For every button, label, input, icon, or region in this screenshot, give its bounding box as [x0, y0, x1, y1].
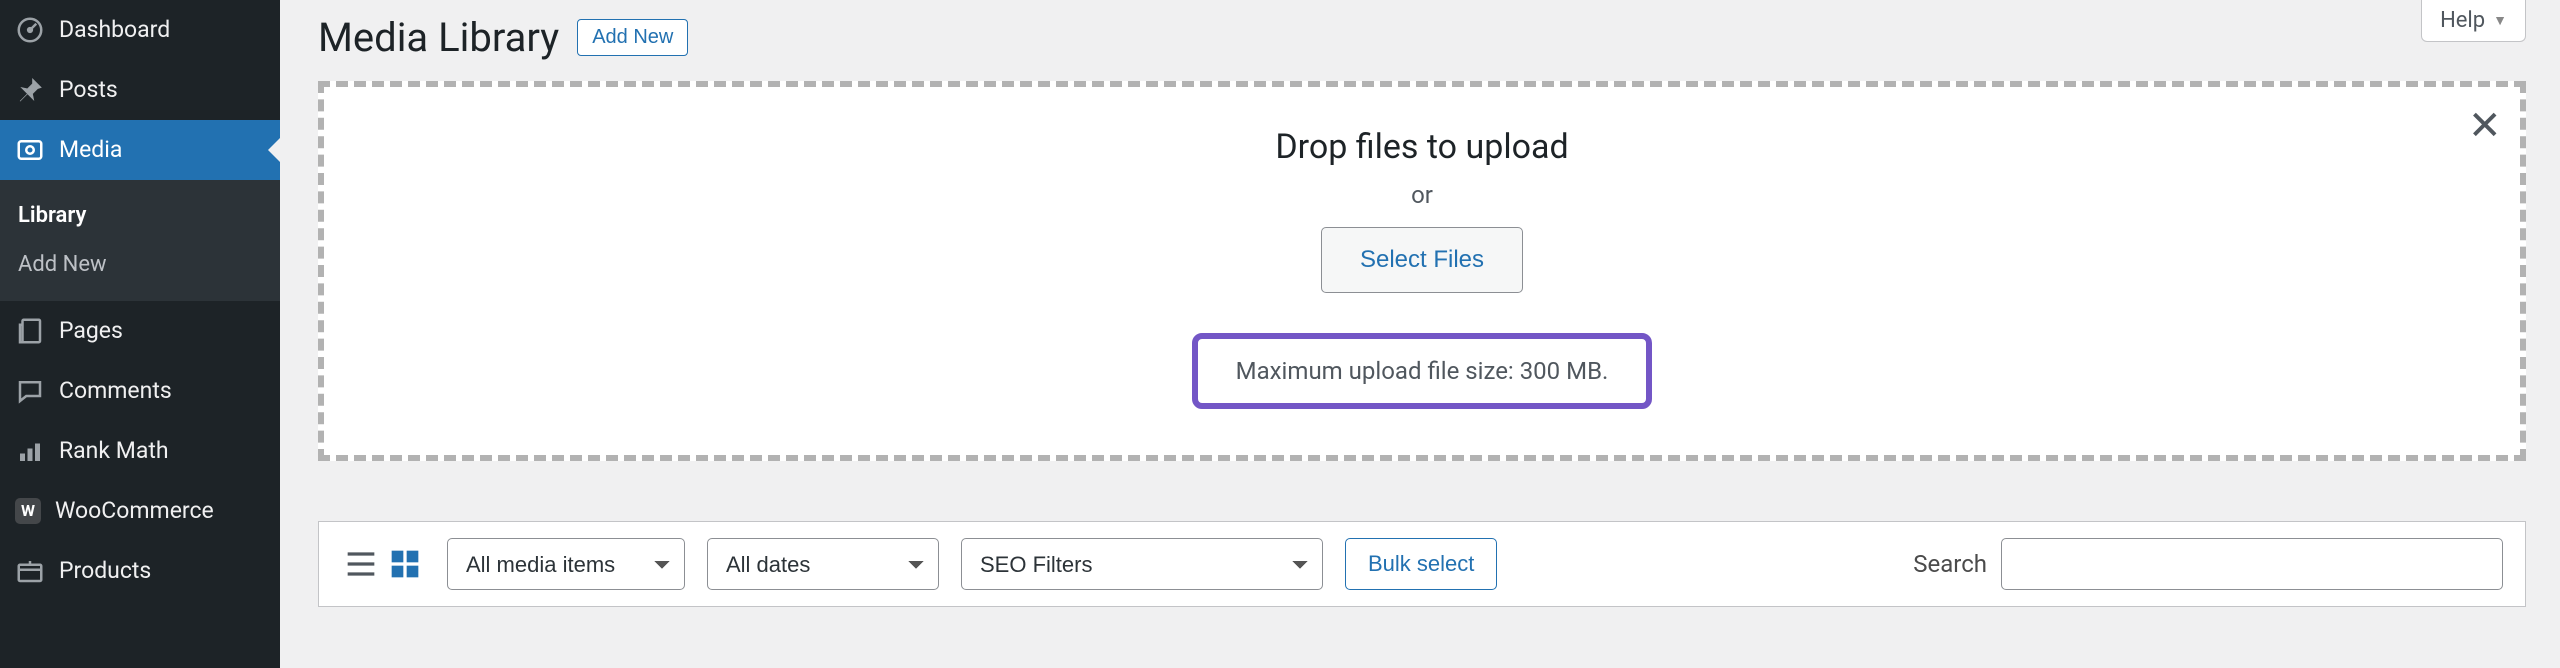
sidebar-item-label: Media: [59, 135, 122, 165]
sidebar-item-woocommerce[interactable]: W WooCommerce: [0, 481, 280, 541]
dates-select[interactable]: All dates: [707, 538, 939, 590]
sidebar-item-label: Rank Math: [59, 436, 169, 466]
media-type-select[interactable]: All media items: [447, 538, 685, 590]
select-files-button[interactable]: Select Files: [1321, 227, 1523, 293]
chevron-down-icon: ▼: [2493, 12, 2507, 29]
chart-icon: [15, 436, 45, 466]
grid-icon: [385, 544, 425, 584]
help-toggle[interactable]: Help ▼: [2421, 0, 2526, 42]
sidebar-item-label: Pages: [59, 316, 123, 346]
sidebar-item-label: Comments: [59, 376, 172, 406]
admin-sidebar: Dashboard Posts Media Library Add New Pa…: [0, 0, 280, 668]
media-icon: [15, 135, 45, 165]
sidebar-item-dashboard[interactable]: Dashboard: [0, 0, 280, 60]
view-toggle: [341, 544, 425, 584]
pin-icon: [15, 75, 45, 105]
sidebar-item-products[interactable]: Products: [0, 541, 280, 601]
add-new-button[interactable]: Add New: [577, 19, 688, 56]
help-label: Help: [2440, 8, 2485, 33]
list-view-button[interactable]: [341, 544, 381, 584]
max-upload-size: Maximum upload file size: 300 MB.: [1192, 333, 1653, 409]
sidebar-item-comments[interactable]: Comments: [0, 361, 280, 421]
sidebar-item-label: Dashboard: [59, 15, 170, 45]
sidebar-item-rank-math[interactable]: Rank Math: [0, 421, 280, 481]
drop-title: Drop files to upload: [1275, 127, 1568, 167]
upload-dropzone[interactable]: ✕ Drop files to upload or Select Files M…: [318, 81, 2526, 461]
sidebar-item-media[interactable]: Media: [0, 120, 280, 180]
page-title: Media Library: [318, 14, 559, 61]
bulk-select-button[interactable]: Bulk select: [1345, 538, 1497, 590]
sidebar-item-posts[interactable]: Posts: [0, 60, 280, 120]
comments-icon: [15, 376, 45, 406]
search-wrap: Search: [1913, 538, 2503, 590]
products-icon: [15, 556, 45, 586]
dashboard-icon: [15, 15, 45, 45]
sidebar-item-pages[interactable]: Pages: [0, 301, 280, 361]
woocommerce-icon: W: [15, 498, 41, 524]
sidebar-subitem-library[interactable]: Library: [0, 192, 280, 241]
close-icon[interactable]: ✕: [2468, 111, 2502, 145]
sidebar-item-label: Products: [59, 556, 151, 586]
list-icon: [341, 544, 381, 584]
page-header: Media Library Add New: [318, 14, 2526, 61]
sidebar-subitem-add-new[interactable]: Add New: [0, 241, 280, 290]
sidebar-item-label: Posts: [59, 75, 118, 105]
sidebar-item-label: WooCommerce: [55, 496, 214, 526]
search-input[interactable]: [2001, 538, 2503, 590]
main-content: Help ▼ Media Library Add New ✕ Drop file…: [280, 0, 2560, 668]
drop-or: or: [1411, 181, 1433, 209]
sidebar-submenu-media: Library Add New: [0, 180, 280, 301]
pages-icon: [15, 316, 45, 346]
seo-filter-select[interactable]: SEO Filters: [961, 538, 1323, 590]
media-filter-bar: All media items All dates SEO Filters Bu…: [318, 521, 2526, 607]
grid-view-button[interactable]: [385, 544, 425, 584]
search-label: Search: [1913, 550, 1987, 578]
